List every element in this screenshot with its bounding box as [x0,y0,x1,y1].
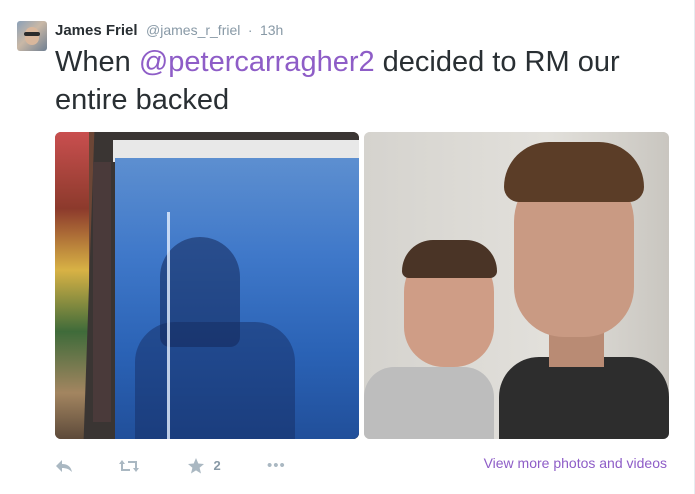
laptop-dock [93,162,111,422]
screen-reflection-body [135,322,295,439]
person-left-hair [402,240,497,278]
avatar-face [25,27,39,45]
tweet-text-before: When [55,46,139,78]
mention-link[interactable]: @petercarragher2 [139,46,375,78]
more-icon[interactable]: ••• [267,454,291,478]
timestamp[interactable]: 13h [260,22,283,38]
reply-icon[interactable] [55,454,77,478]
user-handle[interactable]: @james_r_friel [146,22,240,38]
screen-glare [167,212,170,439]
favorite-button[interactable]: 2 [187,454,232,478]
background-books [55,132,89,439]
person-left-shirt [364,367,494,439]
avatar[interactable] [17,21,47,51]
retweet-icon[interactable] [118,454,142,478]
person-right-shirt [499,357,669,439]
favorite-star-icon [187,457,209,474]
photo-laptop[interactable] [55,132,359,439]
favorite-count: 2 [213,458,221,473]
tweet-text: When @petercarragher2 decided to RM our … [55,43,685,119]
tweet-header: James Friel @james_r_friel · 13h [55,20,283,40]
avatar-glasses [24,32,40,36]
tweet-card: James Friel @james_r_friel · 13h When @p… [0,0,695,494]
user-name[interactable]: James Friel [55,22,138,39]
view-more-media-link[interactable]: View more photos and videos [484,455,667,471]
separator-dot: · [247,22,253,38]
photo-selfie[interactable] [364,132,669,439]
person-right-hair [504,142,644,202]
